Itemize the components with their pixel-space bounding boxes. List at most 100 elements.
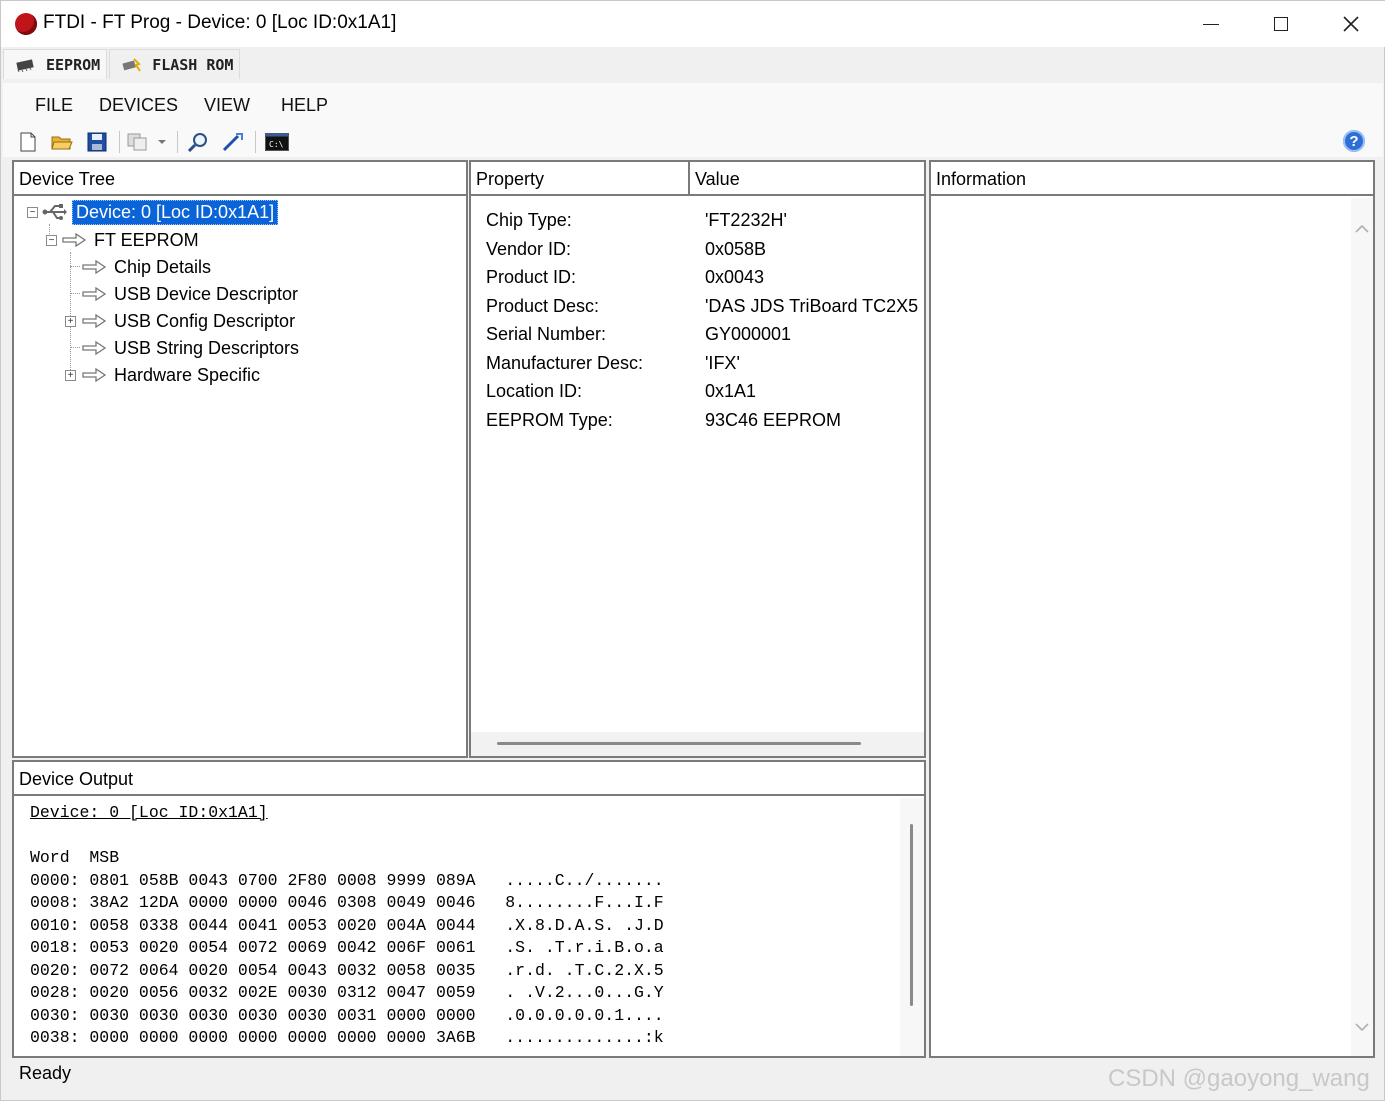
toolbar-separator (177, 131, 178, 153)
scroll-up-icon[interactable] (1355, 224, 1369, 234)
tree-node-label: USB String Descriptors (114, 337, 300, 358)
tree-node-label: Hardware Specific (114, 364, 261, 385)
tree-node-ft-eeprom[interactable]: FT EEPROM (62, 228, 199, 252)
arrow-right-icon (82, 341, 106, 355)
app-window: FTDI - FT Prog - Device: 0 [Loc ID:0x1A1… (0, 0, 1385, 1101)
tree-node-label: USB Config Descriptor (114, 310, 296, 331)
save-icon (87, 132, 107, 152)
menu-devices[interactable]: DEVICES (99, 95, 178, 116)
collapse-toggle[interactable]: − (27, 207, 38, 218)
property-row[interactable]: Location ID: 0x1A1 (486, 377, 756, 405)
menu-view[interactable]: VIEW (204, 95, 250, 116)
output-line: 0030: 0030 0030 0030 0030 0030 0031 0000… (30, 1005, 664, 1025)
device-tree-panel: Device Tree − Device: 0 [Loc ID:0x1A1] −… (12, 160, 468, 758)
tab-flash-rom-label: FLASH ROM (152, 55, 234, 74)
horizontal-scrollbar[interactable] (471, 732, 924, 756)
expand-toggle[interactable]: + (65, 370, 76, 381)
property-row[interactable]: Vendor ID: 0x058B (486, 235, 766, 263)
scrollbar-thumb[interactable] (497, 742, 861, 745)
device-output-content: Device: 0 [Loc ID:0x1A1] Word MSB 0000: … (30, 802, 664, 1050)
save-button[interactable] (86, 131, 108, 153)
property-name: EEPROM Type: (486, 409, 613, 430)
arrow-right-icon (82, 260, 106, 274)
tree-connector (70, 252, 71, 376)
arrow-right-icon (82, 368, 106, 382)
output-line: 0000: 0801 058B 0043 0700 2F80 0008 9999… (30, 870, 664, 890)
property-column-header[interactable]: Property (471, 162, 690, 196)
window-title: FTDI - FT Prog - Device: 0 [Loc ID:0x1A1… (43, 12, 397, 33)
status-text: Ready (19, 1063, 72, 1083)
tab-flash-rom[interactable]: FLASH ROM (109, 49, 241, 79)
property-row[interactable]: EEPROM Type: 93C46 EEPROM (486, 406, 841, 434)
minimize-icon (1203, 23, 1219, 25)
toolbar-separator (255, 131, 256, 153)
property-row[interactable]: Manufacturer Desc: 'IFX' (486, 349, 740, 377)
tree-node-usb-string-descriptors[interactable]: USB String Descriptors (82, 336, 299, 360)
property-row[interactable]: Product ID: 0x0043 (486, 263, 764, 291)
expand-toggle[interactable]: + (65, 316, 76, 327)
output-vertical-scrollbar[interactable] (900, 798, 924, 1056)
property-value: 93C46 EEPROM (705, 409, 842, 430)
information-panel: Information (929, 160, 1375, 1058)
arrow-right-icon (82, 287, 106, 301)
property-row[interactable]: Serial Number: GY000001 (486, 320, 791, 348)
output-device-line: Device: 0 [Loc ID:0x1A1] (30, 803, 268, 822)
scrollbar-thumb[interactable] (910, 824, 913, 1006)
device-output-header: Device Output (14, 762, 924, 796)
cmd-label: C:\ (269, 140, 284, 149)
vertical-scrollbar[interactable] (1351, 198, 1373, 1056)
device-output-panel: Device Output Device: 0 [Loc ID:0x1A1] W… (12, 760, 926, 1058)
scroll-down-icon[interactable] (1355, 1022, 1369, 1032)
output-line: 0028: 0020 0056 0032 002E 0030 0312 0047… (30, 983, 664, 1002)
flash-icon (122, 57, 142, 72)
cmd-icon: C:\ (265, 133, 289, 151)
open-button[interactable] (51, 131, 73, 153)
property-row[interactable]: Product Desc: 'DAS JDS TriBoard TC2X5 (486, 292, 918, 320)
tree-node-hardware-specific[interactable]: Hardware Specific (82, 363, 260, 387)
tree-node-label: Chip Details (114, 256, 212, 277)
copy-button[interactable] (127, 131, 149, 153)
property-name: Vendor ID: (486, 238, 572, 259)
menu-file[interactable]: FILE (35, 95, 73, 116)
output-line: 0020: 0072 0064 0020 0054 0043 0032 0058… (30, 960, 664, 980)
copy-icon (127, 133, 147, 151)
dropdown-icon (158, 140, 166, 144)
tree-connector (70, 347, 80, 348)
menu-help[interactable]: HELP (281, 95, 328, 116)
new-button[interactable] (17, 131, 39, 153)
tree-node-chip-details[interactable]: Chip Details (82, 255, 211, 279)
tab-eeprom[interactable]: EEPROM (3, 49, 108, 79)
search-icon (188, 133, 207, 152)
usb-icon (42, 204, 67, 220)
property-row[interactable]: Chip Type: 'FT2232H' (486, 206, 787, 234)
property-panel: Property Value Chip Type: 'FT2232H' Vendo… (469, 160, 926, 758)
maximize-button[interactable] (1246, 1, 1316, 47)
device-output-text[interactable]: Device: 0 [Loc ID:0x1A1] Word MSB 0000: … (14, 798, 900, 1056)
property-value: 0x1A1 (705, 380, 757, 401)
tree-node-usb-config-descriptor[interactable]: USB Config Descriptor (82, 309, 295, 333)
help-icon[interactable]: ? (1343, 130, 1365, 152)
tree-node-label: USB Device Descriptor (114, 283, 299, 304)
scan-button[interactable] (187, 131, 209, 153)
tree-connector (70, 266, 80, 267)
cmd-button[interactable]: C:\ (265, 131, 289, 153)
collapse-toggle[interactable]: − (46, 235, 57, 246)
property-name: Location ID: (486, 380, 583, 401)
program-button[interactable] (222, 131, 244, 153)
property-value: 0x058B (705, 238, 767, 259)
minimize-button[interactable] (1176, 1, 1246, 47)
device-tree: − Device: 0 [Loc ID:0x1A1] − FT EEPROM C… (14, 198, 466, 756)
close-button[interactable] (1316, 1, 1385, 47)
chip-icon (16, 58, 34, 72)
value-column-header[interactable]: Value (690, 162, 924, 196)
copy-dropdown[interactable] (155, 131, 169, 153)
tree-node-usb-device-descriptor[interactable]: USB Device Descriptor (82, 282, 298, 306)
arrow-right-icon (82, 314, 106, 328)
property-value: 0x0043 (705, 266, 765, 287)
tree-node-device[interactable]: Device: 0 [Loc ID:0x1A1] (42, 199, 279, 225)
output-column-header: Word MSB (30, 848, 120, 867)
program-icon (222, 133, 243, 152)
property-value: 'DAS JDS TriBoard TC2X5 (705, 295, 919, 316)
output-line: 0010: 0058 0338 0044 0041 0053 0020 004A… (30, 915, 664, 935)
mode-tabs: EEPROM FLASH ROM (3, 49, 241, 81)
